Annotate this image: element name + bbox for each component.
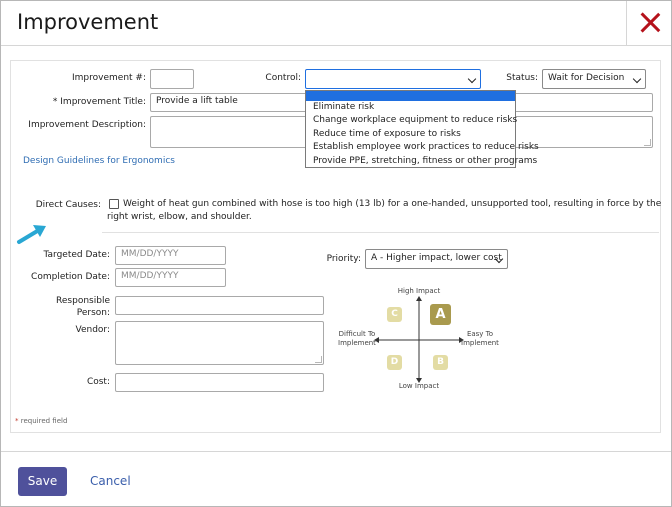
header-divider bbox=[626, 1, 627, 45]
vendor-label: Vendor: bbox=[75, 325, 111, 335]
required-star: * bbox=[15, 417, 19, 425]
quadrant-b-badge[interactable]: B bbox=[433, 355, 448, 370]
difficult-label-line1: Difficult To bbox=[338, 330, 376, 338]
direct-cause-checkbox[interactable] bbox=[109, 199, 119, 209]
responsible-person-label: Responsible Person: bbox=[21, 295, 110, 319]
improvement-dialog: Improvement Improvement #: Control: Stat… bbox=[0, 0, 672, 507]
completion-date-input[interactable]: MM/DD/YYYY bbox=[115, 268, 226, 287]
cancel-button[interactable]: Cancel bbox=[90, 474, 131, 488]
easy-label-line2: Implement bbox=[461, 339, 499, 347]
improvement-description-label: Improvement Description: bbox=[28, 120, 146, 130]
control-label: Control: bbox=[265, 73, 301, 83]
design-guidelines-link[interactable]: Design Guidelines for Ergonomics bbox=[23, 156, 175, 166]
dialog-header: Improvement bbox=[1, 1, 671, 46]
completion-date-label: Completion Date: bbox=[31, 272, 110, 282]
dialog-title: Improvement bbox=[17, 10, 159, 34]
status-select-value: Wait for Decision bbox=[548, 73, 625, 83]
control-option-reduce-time[interactable]: Reduce time of exposure to risks bbox=[306, 128, 515, 141]
low-impact-label: Low Impact bbox=[398, 382, 440, 390]
direct-cause-text-line2: right wrist, elbow, and shoulder. bbox=[107, 212, 252, 222]
control-select[interactable] bbox=[305, 69, 481, 89]
quadrant-d-badge[interactable]: D bbox=[387, 355, 402, 370]
easy-label-line1: Easy To bbox=[466, 330, 494, 338]
footer-divider bbox=[1, 451, 671, 452]
resize-handle-icon[interactable] bbox=[315, 356, 322, 363]
improvement-title-label: * Improvement Title: bbox=[52, 97, 146, 107]
high-impact-label: High Impact bbox=[397, 287, 441, 295]
save-button[interactable]: Save bbox=[18, 467, 67, 496]
priority-quadrant-chart: High Impact Low Impact Difficult To Impl… bbox=[333, 287, 503, 393]
close-icon[interactable] bbox=[639, 11, 661, 33]
control-option-work-practices[interactable]: Establish employee work practices to red… bbox=[306, 141, 539, 154]
responsible-label-line2: Person: bbox=[76, 308, 110, 318]
improvement-number-label: Improvement #: bbox=[72, 73, 146, 83]
pointer-arrow-icon bbox=[17, 225, 46, 244]
status-select[interactable]: Wait for Decision bbox=[542, 69, 646, 89]
targeted-date-placeholder: MM/DD/YYYY bbox=[121, 249, 179, 259]
quadrant-a-badge[interactable]: A bbox=[430, 304, 451, 325]
control-option-eliminate[interactable]: Eliminate risk bbox=[306, 101, 515, 114]
targeted-date-label: Targeted Date: bbox=[43, 250, 111, 260]
required-field-text: required field bbox=[20, 417, 68, 425]
responsible-person-input[interactable] bbox=[115, 296, 324, 315]
cost-input[interactable] bbox=[115, 373, 324, 392]
quadrant-c-badge[interactable]: C bbox=[387, 307, 402, 322]
easy-to-implement-label: Easy To Implement bbox=[457, 330, 503, 348]
status-label: Status: bbox=[506, 73, 538, 83]
control-dropdown-list: Eliminate risk Change workplace equipmen… bbox=[305, 90, 539, 168]
chevron-down-icon bbox=[632, 74, 642, 84]
required-field-note: * required field bbox=[15, 417, 67, 425]
improvement-number-input[interactable] bbox=[150, 69, 194, 89]
resize-handle-icon[interactable] bbox=[644, 139, 651, 146]
priority-select[interactable]: A - Higher impact, lower cost bbox=[365, 249, 508, 269]
section-divider bbox=[102, 232, 659, 233]
difficult-label-line2: Implement bbox=[338, 339, 376, 347]
targeted-date-input[interactable]: MM/DD/YYYY bbox=[115, 246, 226, 265]
difficult-to-implement-label: Difficult To Implement bbox=[333, 330, 381, 348]
completion-date-placeholder: MM/DD/YYYY bbox=[121, 271, 179, 281]
cost-label: Cost: bbox=[86, 377, 110, 387]
priority-select-value: A - Higher impact, lower cost bbox=[371, 253, 502, 263]
control-option-change-equipment[interactable]: Change workplace equipment to reduce ris… bbox=[306, 114, 517, 127]
vendor-textarea[interactable] bbox=[115, 321, 324, 365]
direct-causes-label: Direct Causes: bbox=[35, 200, 101, 210]
control-dropdown-highlighted-option[interactable] bbox=[306, 91, 515, 101]
priority-label: Priority: bbox=[326, 254, 361, 264]
chevron-down-icon bbox=[467, 74, 477, 84]
direct-cause-text-line1: Weight of heat gun combined with hose is… bbox=[123, 199, 662, 209]
control-option-ppe[interactable]: Provide PPE, stretching, fitness or othe… bbox=[306, 155, 537, 168]
responsible-label-line1: Responsible bbox=[56, 296, 110, 306]
